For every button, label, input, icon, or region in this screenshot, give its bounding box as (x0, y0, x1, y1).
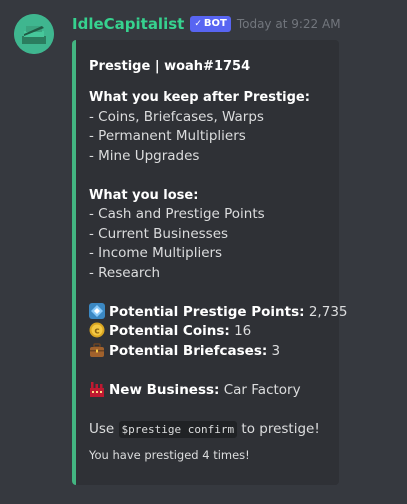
check-icon: ✓ (194, 19, 202, 29)
prestige-instruction: Use $prestige confirm to prestige! (89, 420, 331, 440)
stat-prestige-points: Potential Prestige Points: 2,735 (89, 302, 348, 323)
stack-of-money-icon (14, 14, 54, 54)
lose-item: - Cash and Prestige Points (89, 206, 265, 222)
stat-coins: c Potential Coins: 16 (89, 322, 331, 342)
message-timestamp: Today at 9:22 AM (236, 17, 341, 31)
new-business-label: New Business: (109, 381, 220, 398)
stat-value: 3 (271, 342, 281, 359)
lose-heading: What you lose: (89, 187, 199, 203)
new-business: New Business: Car Factory (89, 381, 331, 401)
prestige-embed: Prestige | woah#1754 What you keep after… (72, 40, 348, 485)
instruction-prefix: Use (89, 420, 115, 437)
coin-icon: c (89, 322, 105, 338)
keep-heading: What you keep after Prestige: (89, 90, 310, 105)
keep-item: - Mine Upgrades (89, 147, 200, 164)
prestige-command: $prestige confirm (118, 420, 238, 438)
factory-icon (90, 381, 104, 397)
stat-label: Potential Briefcases: (109, 342, 268, 359)
stat-value: 16 (234, 323, 252, 339)
stat-label: Potential Coins: (109, 323, 230, 339)
bot-tag: ✓ BOT (190, 16, 231, 32)
stat-value: 2,735 (308, 303, 348, 320)
embed-title: Prestige | woah#1754 (89, 59, 251, 74)
briefcase-icon (90, 342, 104, 357)
bot-avatar[interactable] (14, 14, 54, 54)
new-business-value: Car Factory (223, 381, 301, 398)
chat-message: IdleCapitalist ✓ BOT Today at 9:22 AM Pr… (0, 0, 407, 504)
keep-item: - Coins, Briefcases, Warps (89, 108, 264, 125)
lose-item: - Research (89, 264, 161, 281)
embed-footer: You have prestiged 4 times! (89, 448, 250, 462)
message-header: IdleCapitalist ✓ BOT Today at 9:22 AM (72, 13, 341, 35)
author-username[interactable]: IdleCapitalist (72, 15, 184, 33)
lose-item: - Income Multipliers (89, 245, 223, 261)
embed-body: Prestige | woah#1754 What you keep after… (89, 58, 348, 463)
lose-item: - Current Businesses (89, 225, 229, 242)
instruction-suffix: to prestige! (241, 420, 320, 437)
stat-label: Potential Prestige Points: (109, 303, 305, 320)
stat-briefcases: Potential Briefcases: 3 (89, 342, 331, 362)
keep-item: - Permanent Multipliers (89, 128, 246, 144)
diamond-icon (89, 302, 105, 319)
bot-tag-label: BOT (203, 18, 227, 29)
svg-text:c: c (94, 327, 99, 337)
